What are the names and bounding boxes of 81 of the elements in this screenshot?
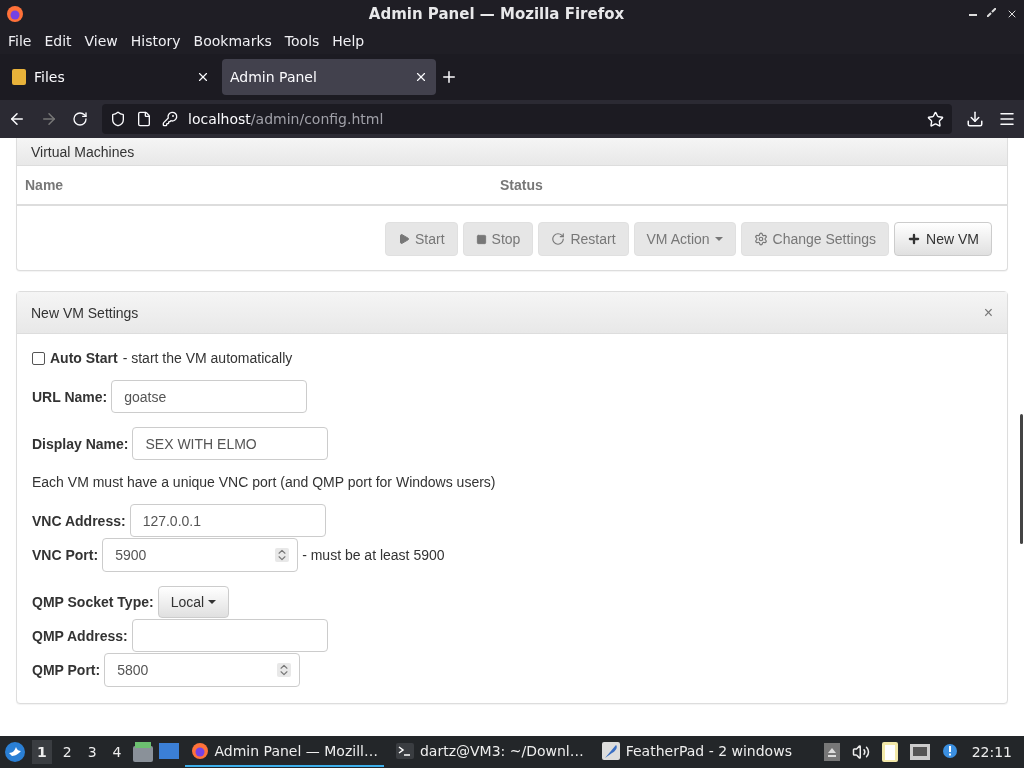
column-header: Name: [25, 177, 65, 193]
toolbar-button[interactable]: New VM: [894, 222, 992, 256]
taskbar-item[interactable]: FeatherPad - 2 windows: [595, 737, 798, 767]
menu-item[interactable]: Bookmarks: [193, 33, 272, 49]
shield-icon[interactable]: [110, 111, 126, 127]
browser-tab[interactable]: Admin Panel: [222, 59, 436, 95]
window-title: Admin Panel — Mozilla Firefox: [367, 5, 626, 23]
workspace-button[interactable]: 3: [82, 740, 102, 764]
play-icon: [398, 233, 410, 245]
caret-icon: [208, 600, 217, 604]
menu-item[interactable]: View: [84, 33, 118, 49]
notification-icon[interactable]: [941, 743, 960, 761]
text-field[interactable]: [131, 619, 328, 652]
download-icon[interactable]: [966, 110, 984, 128]
fox-globe-icon: [190, 742, 209, 760]
browser-tab[interactable]: Files: [4, 59, 218, 95]
field-label: URL Name:: [32, 388, 108, 405]
taskbar-item[interactable]: dartz@VM3: ~/Downl…: [389, 737, 590, 767]
gear-icon: [753, 232, 768, 246]
reload-icon[interactable]: [72, 111, 88, 127]
desktop-icon[interactable]: [158, 743, 179, 761]
clipboard-icon[interactable]: [881, 742, 898, 762]
taskbar-item[interactable]: Admin Panel — Mozill…: [184, 737, 384, 767]
spinner-icon[interactable]: [277, 663, 292, 677]
help-text: Each VM must have a unique VNC port (and QMP port for Windows users): [32, 474, 497, 490]
menu-item[interactable]: File: [8, 33, 32, 49]
menu-item[interactable]: Tools: [284, 33, 320, 49]
text-field[interactable]: 127.0.0.1: [129, 504, 326, 537]
restore-icon[interactable]: [987, 8, 996, 17]
number-field[interactable]: 5800: [104, 653, 301, 687]
field-label: VNC Address:: [32, 512, 126, 529]
back-icon[interactable]: [8, 110, 26, 128]
scrollbar[interactable]: [1020, 414, 1023, 544]
speaker-icon[interactable]: [851, 743, 870, 761]
fox-globe-icon[interactable]: [6, 5, 24, 23]
new-tab-icon[interactable]: [440, 68, 458, 86]
workspace-button[interactable]: 4: [107, 740, 127, 764]
menu-icon[interactable]: [998, 110, 1016, 128]
text-field[interactable]: SEX WITH ELMO: [132, 427, 329, 460]
checkbox-description: - start the VM automatically: [122, 350, 293, 366]
folder-icon: [12, 69, 26, 85]
address-bar[interactable]: localhost/admin/config.html: [102, 104, 952, 134]
field-label: VNC Port:: [32, 547, 99, 563]
eject-icon[interactable]: [823, 743, 840, 761]
menu-item[interactable]: History: [130, 33, 181, 49]
terminal-icon: [395, 743, 414, 759]
menu-item[interactable]: Edit: [44, 33, 72, 49]
workspace-button[interactable]: 2: [57, 740, 77, 764]
spinner-icon[interactable]: [275, 548, 290, 562]
clock: 22:11: [971, 744, 1012, 760]
checkbox[interactable]: [32, 351, 45, 365]
menu-item[interactable]: Help: [332, 33, 365, 49]
forward-icon[interactable]: [40, 110, 58, 128]
field-label: QMP Socket Type:: [32, 594, 154, 610]
text-field[interactable]: goatse: [111, 380, 308, 413]
bird-logo-icon[interactable]: [4, 741, 26, 763]
star-icon[interactable]: [927, 110, 944, 128]
caret-icon: [714, 237, 723, 241]
network-icon[interactable]: [909, 744, 930, 760]
plus-icon: [907, 232, 922, 246]
field-label: QMP Port:: [32, 662, 101, 678]
checkbox-label: Auto Start: [50, 350, 118, 366]
stop-icon: [475, 233, 487, 245]
close-icon[interactable]: [1006, 8, 1018, 20]
close-icon[interactable]: [414, 70, 428, 84]
close-icon[interactable]: [196, 70, 210, 84]
panel-title: Virtual Machines: [31, 143, 136, 160]
file-cabinet-icon[interactable]: [132, 742, 153, 762]
field-label: Display Name:: [32, 435, 129, 452]
number-field[interactable]: 5900: [102, 538, 299, 572]
panel-title: New VM Settings: [31, 304, 140, 321]
page-icon[interactable]: [136, 111, 152, 127]
help-text: - must be at least 5900: [302, 547, 445, 563]
workspace-button[interactable]: 1: [32, 740, 52, 764]
key-icon[interactable]: [162, 111, 178, 127]
reload-icon: [551, 232, 566, 246]
close-button[interactable]: ×: [983, 303, 993, 322]
column-header: Status: [500, 177, 544, 193]
dropdown-button[interactable]: Local: [157, 586, 230, 618]
field-label: QMP Address:: [32, 627, 128, 644]
feather-icon: [601, 742, 620, 760]
